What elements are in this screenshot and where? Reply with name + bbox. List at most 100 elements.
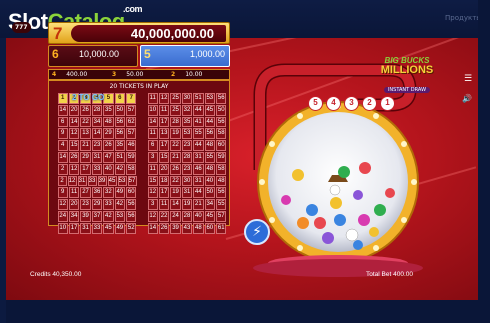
logo-text-com: .com bbox=[123, 4, 143, 14]
ticket-number: 22 bbox=[80, 116, 91, 128]
ticket-number: 56 bbox=[126, 210, 137, 222]
ticket-number: 50 bbox=[204, 187, 216, 199]
tickets-column-left: 1 2 3 4 5 6 7 14 20 26 28 35 50 57 6 14 22 34 48 56 62 9 12 13 1… bbox=[57, 92, 137, 234]
header-nav-item[interactable]: Продукты bbox=[445, 14, 482, 22]
ticket-number: 55 bbox=[216, 199, 227, 210]
ticket-number: 58 bbox=[126, 163, 137, 175]
ticket-number: 34 bbox=[204, 199, 216, 210]
ticket-number: 14 bbox=[147, 222, 158, 234]
ticket-number: 14 bbox=[147, 116, 158, 128]
ticket-number: 12 bbox=[68, 163, 80, 175]
ticket-number: 48 bbox=[216, 175, 227, 187]
ticket-number: 51 bbox=[114, 151, 126, 163]
ticket-number: 33 bbox=[103, 199, 114, 210]
speaker-icon[interactable]: 🔊 bbox=[462, 94, 472, 103]
jackpot-match-count: 7 bbox=[53, 24, 63, 43]
ticket-row: 9 12 13 14 29 56 57 bbox=[57, 127, 137, 140]
ticket-number: 20 bbox=[68, 104, 80, 116]
ticket-row: 12 17 19 31 44 50 56 bbox=[147, 186, 227, 199]
ticket-number: 34 bbox=[68, 210, 80, 222]
ticket-number: 25 bbox=[170, 93, 181, 104]
ticket-number: 44 bbox=[204, 116, 216, 128]
ticket-number: 47 bbox=[103, 151, 114, 163]
game-logo-line3: INSTANT DRAW bbox=[383, 87, 431, 93]
ticket-number: 31 bbox=[181, 187, 193, 199]
ticket-number: 32 bbox=[181, 104, 193, 116]
hamburger-menu-icon[interactable]: ☰ bbox=[464, 74, 472, 84]
ticket-row: 2 12 31 33 39 45 53 57 bbox=[57, 175, 137, 187]
drawn-ball: 4 bbox=[326, 96, 341, 111]
ticket-number: 23 bbox=[91, 140, 103, 151]
ticket-number: 4 bbox=[57, 140, 68, 151]
ticket-row: 2 12 17 33 40 42 58 bbox=[57, 163, 137, 175]
ticket-number: 31 bbox=[80, 222, 91, 234]
ticket-row: 14 26 29 31 47 51 59 bbox=[57, 151, 137, 163]
ticket-number: 49 bbox=[114, 222, 126, 234]
ticket-number: 50 bbox=[114, 104, 126, 116]
ticket-number: 53 bbox=[117, 175, 127, 187]
tickets-panel: 20 TICKETS IN PLAY 1 2 3 4 5 6 7 14 20 26 28 35 50 57… bbox=[48, 80, 230, 234]
lightning-icon[interactable]: ⚡ bbox=[244, 219, 270, 245]
prize-5-value: 1,000.00 bbox=[189, 49, 225, 59]
ticket-number: 58 bbox=[216, 128, 227, 140]
ticket-number: 15 bbox=[147, 175, 158, 187]
prize-3-value: 50.00 bbox=[126, 71, 144, 78]
ticket-number: 31 bbox=[193, 151, 204, 163]
prize-3-count: 3 bbox=[112, 71, 117, 78]
ticket-row: 14 26 39 43 48 60 61 bbox=[147, 222, 227, 234]
ticket-number: 44 bbox=[193, 140, 204, 151]
ticket-number: 49 bbox=[114, 187, 126, 199]
ticket-number: 33 bbox=[87, 175, 97, 187]
ticket-row: 10 11 25 32 44 45 50 bbox=[147, 104, 227, 116]
ticket-number: 34 bbox=[91, 116, 103, 128]
ticket-number: 48 bbox=[204, 140, 216, 151]
prize-match-5: 5 1,000.00 bbox=[140, 45, 230, 67]
ticket-number: 36 bbox=[91, 187, 103, 199]
ticket-number: 35 bbox=[114, 140, 126, 151]
ticket-number: 11 bbox=[147, 128, 158, 140]
ticket-number: 40 bbox=[193, 210, 204, 222]
ticket-row: 3 11 14 19 21 34 55 bbox=[147, 198, 227, 210]
ticket-number: 17 bbox=[158, 116, 170, 128]
ticket-row: 24 34 39 37 42 53 56 bbox=[57, 210, 137, 222]
ticket-number: 12 bbox=[158, 93, 170, 104]
ticket-number: 31 bbox=[193, 175, 204, 187]
ticket-number: 57 bbox=[127, 175, 137, 187]
ticket-number: 33 bbox=[91, 163, 103, 175]
ticket-number: 11 bbox=[158, 104, 170, 116]
ticket-number: 56 bbox=[216, 93, 227, 104]
ticket-number: 35 bbox=[181, 116, 193, 128]
ticket-row: 15 18 22 30 31 40 48 bbox=[147, 175, 227, 187]
prize-match-3: 3 50.00 bbox=[112, 70, 143, 79]
ticket-number: 50 bbox=[216, 104, 227, 116]
ticket-number: 56 bbox=[216, 187, 227, 199]
ticket-number: 17 bbox=[158, 187, 170, 199]
tickets-in-play-label: 20 TICKETS IN PLAY bbox=[109, 83, 169, 90]
prize-2-value: 10.00 bbox=[185, 71, 203, 78]
ticket-number: 22 bbox=[158, 210, 170, 222]
ticket-row: 12 20 23 29 33 42 56 bbox=[57, 198, 137, 210]
prize-5-count: 5 bbox=[144, 47, 151, 61]
ticket-number: 55 bbox=[193, 128, 204, 140]
ticket-number: 12 bbox=[147, 187, 158, 199]
ticket-number: 12 bbox=[147, 210, 158, 222]
drawn-ball: 3 bbox=[344, 96, 359, 111]
ticket-number: 26 bbox=[170, 163, 181, 175]
ticket-number: 12 bbox=[67, 175, 77, 187]
prize-4-count: 4 bbox=[52, 71, 57, 78]
ticket-row: 6 17 22 23 44 48 60 bbox=[147, 139, 227, 151]
ticket-number: 55 bbox=[204, 151, 216, 163]
page-footer-bar bbox=[6, 300, 478, 323]
ticket-number: 10 bbox=[147, 104, 158, 116]
prize-match-6: 6 10,000.00 bbox=[48, 45, 138, 67]
ticket-row: 11 13 19 53 55 56 58 bbox=[147, 127, 227, 140]
ticket-number: 52 bbox=[126, 222, 137, 234]
ticket-number: 45 bbox=[103, 222, 114, 234]
ticket-number: 42 bbox=[103, 210, 114, 222]
ticket-number: 51 bbox=[193, 93, 204, 104]
ticket-number: 6 bbox=[57, 116, 68, 128]
ticket-number: 11 bbox=[68, 187, 80, 199]
ticket-number: 60 bbox=[204, 222, 216, 234]
ticket-number: 56 bbox=[114, 116, 126, 128]
ticket-row: 14 20 26 28 35 50 57 bbox=[57, 104, 137, 116]
